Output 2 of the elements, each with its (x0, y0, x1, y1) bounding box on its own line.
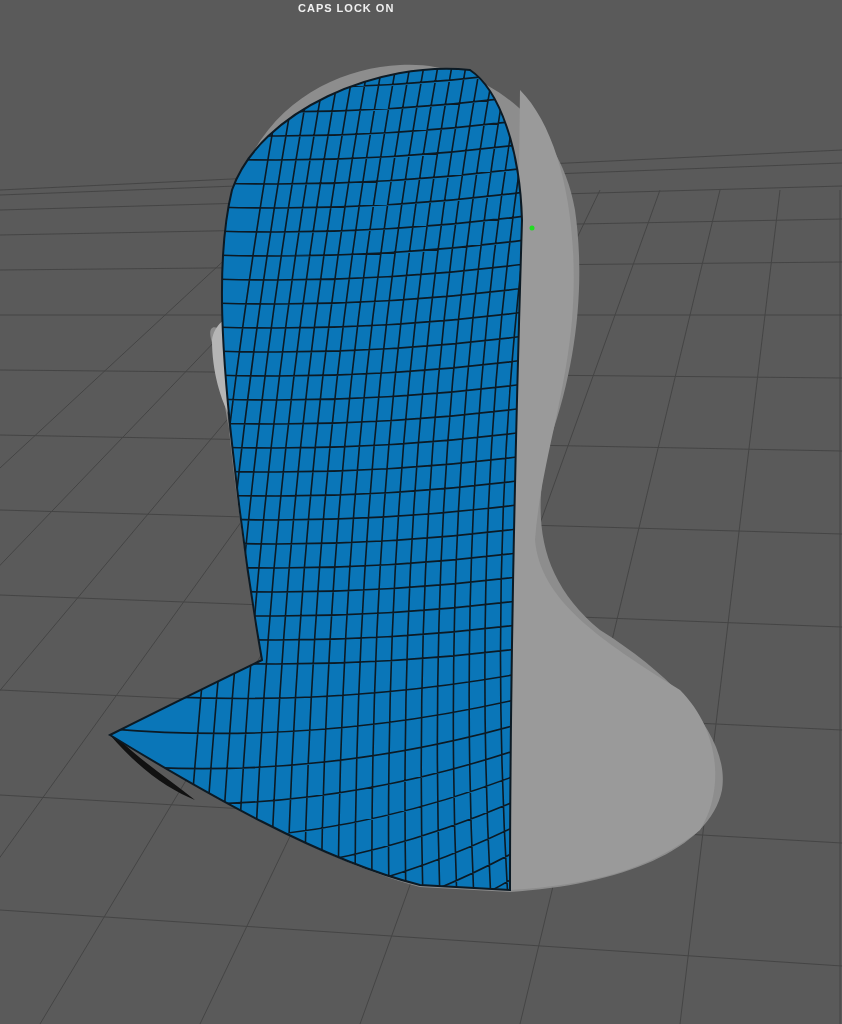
status-text: CAPS LOCK ON (298, 2, 395, 14)
vertex-marker-icon (529, 225, 535, 231)
